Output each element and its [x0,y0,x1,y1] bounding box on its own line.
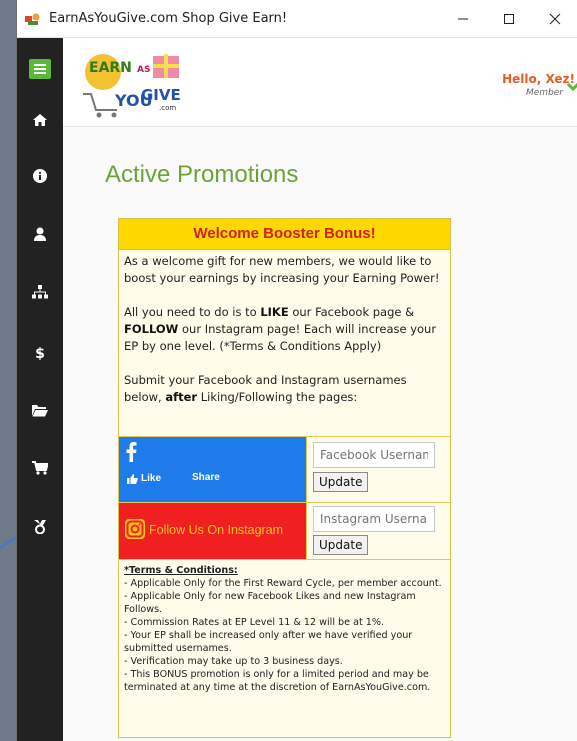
instagram-icon [125,519,145,539]
user-greeting[interactable]: Hello, Xez! [502,72,575,86]
terms-item: - This BONUS promotion is only for a lim… [124,669,431,693]
terms-item: - Commission Rates at EP Level 11 & 12 w… [124,617,385,628]
folder-icon [32,404,48,416]
member-role: Member [525,88,563,98]
menu-icon [29,59,51,79]
app-window: EarnAsYouGive.com Shop Give Earn! $ EARN… [16,0,577,741]
sidebar-item-shop[interactable] [17,454,63,482]
facebook-form: Update [306,437,450,503]
chevron-down-icon[interactable] [567,82,577,92]
terms-item: - Verification may take up to 3 business… [124,656,343,667]
maximize-icon [504,14,514,24]
instagram-username-input[interactable] [313,506,435,532]
terms-item: - Your EP shall be increased only after … [124,630,413,654]
promotion-card: Welcome Booster Bonus! As a welcome gift… [118,218,451,738]
facebook-share-button[interactable]: Share [192,472,220,483]
title-bar: EarnAsYouGive.com Shop Give Earn! [17,0,577,38]
facebook-update-button[interactable]: Update [313,472,369,492]
promotion-description: As a welcome gift for new members, we wo… [119,250,450,406]
minimize-icon [458,18,468,20]
facebook-username-input[interactable] [313,442,435,468]
ribbon-icon [34,520,46,534]
instagram-form: Update [306,503,450,559]
svg-text:$: $ [35,346,45,361]
svg-text:GIVE: GIVE [141,86,181,104]
instagram-update-button[interactable]: Update [313,535,369,555]
sidebar-item-profile[interactable] [17,220,63,248]
promo-paragraph-3: Submit your Facebook and Instagram usern… [124,373,407,404]
cart-icon [32,461,48,475]
instagram-widget[interactable]: Follow Us On Instagram [119,503,306,559]
dollar-icon: $ [35,346,45,361]
promo-paragraph-2: All you need to do is to LIKE our Facebo… [124,305,437,353]
terms-and-conditions: *Terms & Conditions: - Applicable Only f… [119,559,450,698]
window-title: EarnAsYouGive.com Shop Give Earn! [49,11,288,26]
thumbs-up-icon [127,473,138,484]
sidebar: $ [17,38,63,741]
svg-text:AS: AS [137,65,150,75]
sidebar-item-info[interactable] [17,162,63,190]
promotion-title: Welcome Booster Bonus! [119,219,450,250]
user-icon [34,227,46,241]
sidebar-item-promotions[interactable] [17,513,63,541]
home-icon [33,114,47,126]
app-icon [25,13,40,25]
sidebar-item-menu[interactable] [17,55,63,83]
desktop-background [0,0,16,741]
terms-title: *Terms & Conditions: [124,565,238,576]
close-button[interactable] [532,0,577,38]
header: EARN AS YOU GIVE .com Hello, Xez! Member [63,38,577,127]
logo[interactable]: EARN AS YOU GIVE .com [81,48,191,120]
maximize-button[interactable] [486,0,532,38]
close-icon [549,13,561,25]
instagram-row: Follow Us On Instagram Update [119,502,450,559]
desktop-arrow-icon [0,537,16,549]
instagram-follow-label: Follow Us On Instagram [149,523,284,537]
facebook-like-button[interactable]: Like [127,473,161,484]
page-title: Active Promotions [105,161,299,188]
sidebar-item-home[interactable] [17,106,63,134]
sidebar-item-earnings[interactable]: $ [17,339,63,367]
facebook-widget: Like Share [119,437,306,503]
sitemap-icon [32,285,48,299]
facebook-icon[interactable] [125,442,137,462]
minimize-button[interactable] [440,0,486,38]
info-icon [33,169,47,183]
terms-item: - Applicable Only for new Facebook Likes… [124,591,416,615]
terms-item: - Applicable Only for the First Reward C… [124,578,442,589]
svg-text:.com: .com [159,104,176,112]
sidebar-item-documents[interactable] [17,396,63,424]
svg-text:EARN: EARN [89,60,132,76]
facebook-row: Like Share Update [119,436,450,503]
main-content: Active Promotions Welcome Booster Bonus!… [63,127,577,741]
sidebar-item-network[interactable] [17,278,63,306]
promo-paragraph-1: As a welcome gift for new members, we wo… [124,254,440,285]
